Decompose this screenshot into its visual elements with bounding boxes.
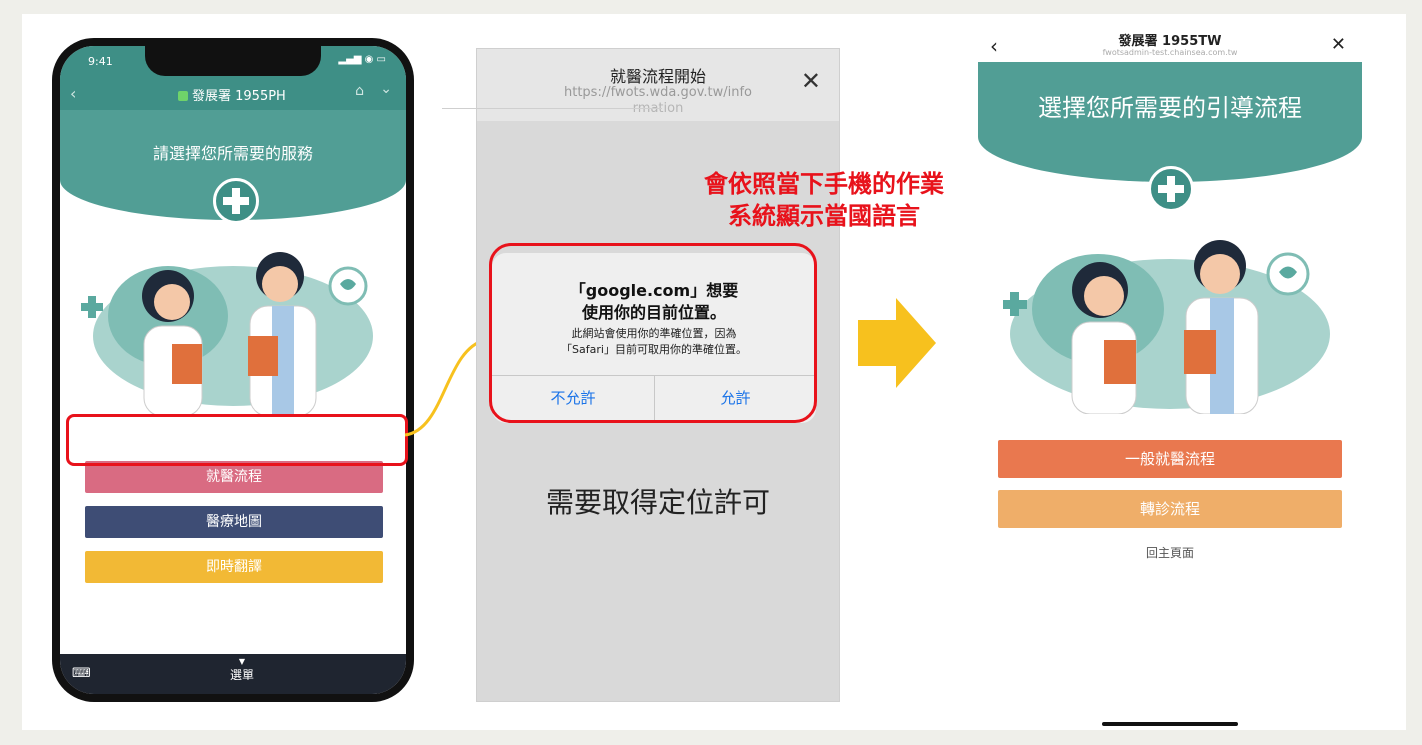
bottom-menu-bar: ⌨ ▼ 選單 — [60, 654, 406, 694]
guide-title: 發展署 1955TW — [1118, 34, 1222, 49]
medical-map-button[interactable]: 醫療地圖 — [85, 506, 383, 538]
nav-bar: ‹ 發展署 1955PH ⌂ ⌄ — [60, 76, 406, 110]
guide-url: fwotsadmin-test.chainsea.com.tw — [1102, 48, 1238, 57]
sheet-url-line1: https://fwots.wda.gov.tw/info — [563, 85, 753, 100]
home-icon[interactable]: ⌂ — [355, 83, 364, 99]
close-icon[interactable]: ✕ — [801, 67, 821, 95]
chevron-down-icon[interactable]: ⌄ — [380, 81, 392, 97]
referral-process-button[interactable]: 轉診流程 — [998, 490, 1342, 528]
back-chevron-icon[interactable]: ‹ — [70, 84, 76, 103]
doctors-illustration — [81, 252, 373, 416]
annotation-line1: 會依照當下手機的作業 — [704, 170, 944, 198]
home-indicator — [1102, 722, 1238, 726]
button-highlight-box — [66, 414, 408, 466]
guide-screen: ‹ 發展署 1955TW fwotsadmin-test.chainsea.co… — [978, 22, 1362, 702]
general-medical-process-button[interactable]: 一般就醫流程 — [998, 440, 1342, 478]
shield-icon — [178, 91, 188, 101]
service-header-title: 請選擇您所需要的服務 — [152, 144, 313, 163]
annotation-text: 會依照當下手機的作業 系統顯示當國語言 — [664, 168, 984, 232]
menu-label: 選單 — [230, 668, 255, 682]
sheet-title: 就醫流程開始 — [609, 67, 706, 86]
close-icon[interactable]: ✕ — [1331, 34, 1346, 55]
doctors-illustration — [1003, 240, 1330, 414]
medical-cross-icon — [1148, 166, 1194, 212]
keyboard-icon[interactable]: ⌨ — [72, 666, 91, 681]
sheet-overlay-line — [442, 108, 662, 109]
medical-cross-icon — [213, 178, 259, 224]
menu-toggle[interactable]: ▼ 選單 — [230, 658, 254, 683]
transition-arrow — [858, 298, 936, 388]
guide-header: 選擇您所需要的引導流程 — [978, 62, 1362, 182]
alert-highlight-box — [489, 243, 817, 423]
caret-down-icon: ▼ — [238, 657, 246, 666]
home-page-link[interactable]: 回主頁面 — [978, 544, 1362, 561]
guide-header-title: 選擇您所需要的引導流程 — [1038, 94, 1302, 122]
phone-screen: 9:41 ▂▄▆ ◉ ▭ ‹ 發展署 1955PH ⌂ ⌄ 請選擇您所需要的服務 — [60, 46, 406, 694]
nav-title-text: 發展署 1955PH — [192, 89, 286, 104]
status-bar: 9:41 ▂▄▆ ◉ ▭ — [60, 46, 406, 80]
status-time: 9:41 — [88, 55, 113, 68]
signal-battery-icon: ▂▄▆ ◉ ▭ — [338, 54, 386, 65]
phone-frame: 9:41 ▂▄▆ ◉ ▭ ‹ 發展署 1955PH ⌂ ⌄ 請選擇您所需要的服務 — [52, 38, 414, 702]
phone-notch — [145, 46, 321, 76]
instant-translation-button[interactable]: 即時翻譯 — [85, 551, 383, 583]
annotation-line2: 系統顯示當國語言 — [728, 202, 920, 230]
nav-title: 發展署 1955PH — [178, 85, 286, 104]
sheet-header: 就醫流程開始 https://fwots.wda.gov.tw/info rma… — [477, 49, 839, 121]
location-caption: 需要取得定位許可 — [545, 486, 770, 519]
